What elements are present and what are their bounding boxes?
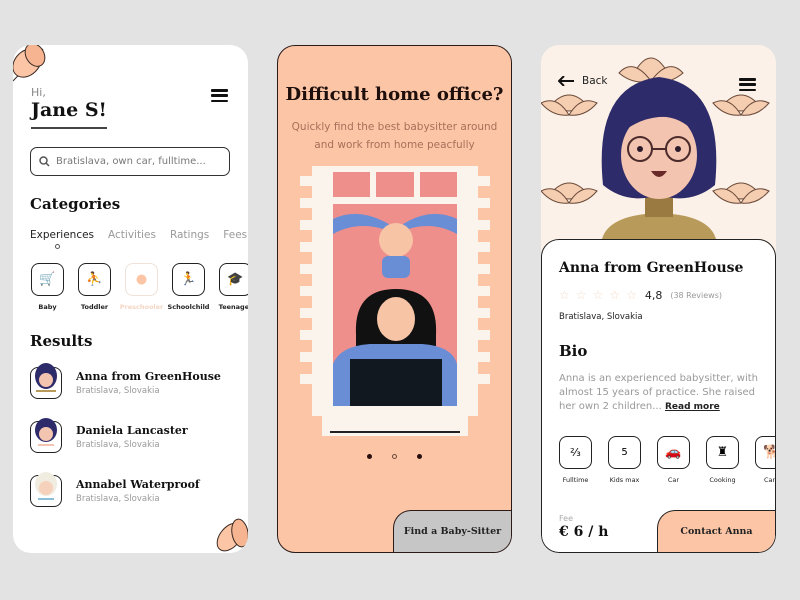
category-label: Schoolchild: [167, 303, 210, 311]
category-label: Preschooler: [119, 303, 164, 311]
avatar: [30, 418, 62, 453]
feature-cooking: ♜ Cooking: [705, 436, 740, 484]
dog-icon: 🐕: [755, 436, 775, 469]
tab-experiences[interactable]: Experiences: [30, 229, 94, 241]
category-label: Toddler: [80, 303, 109, 311]
star-icon: ☆: [609, 288, 621, 302]
result-name: Annabel Waterproof: [76, 478, 200, 491]
name-underline: [31, 127, 107, 129]
carousel-dot[interactable]: [417, 454, 422, 459]
kids-count: 5: [608, 436, 641, 469]
category-tabs: Experiences Activities Ratings Fees: [30, 229, 247, 241]
back-button[interactable]: Back: [558, 75, 608, 87]
car-icon: 🚗: [657, 436, 690, 469]
read-more-link[interactable]: Read more: [665, 402, 720, 412]
result-item[interactable]: Daniela Lancaster Bratislava, Slovakia: [30, 418, 188, 453]
review-count[interactable]: (38 Reviews): [670, 291, 722, 300]
leaf-decoration-icon: [216, 518, 248, 552]
subtitle-line: Quickly find the best babysitter around: [291, 121, 498, 133]
feature-label: Car: [667, 476, 680, 484]
child-icon: ●: [125, 263, 158, 296]
fulltime-icon: ⅔: [559, 436, 592, 469]
category-teenager[interactable]: 🎓 Teenager: [218, 263, 248, 311]
rating-value: 4,8: [644, 288, 663, 302]
carousel-dot-active[interactable]: [392, 454, 397, 459]
arrow-left-icon: [558, 76, 574, 86]
results-title: Results: [30, 332, 93, 350]
category-preschooler[interactable]: ● Preschooler: [120, 263, 163, 311]
star-icon: ☆: [559, 288, 570, 302]
result-name: Daniela Lancaster: [76, 424, 188, 437]
star-rating: ☆ ☆ ☆ ☆ ☆: [559, 288, 637, 302]
carousel-dots: [278, 454, 511, 459]
search-placeholder: Bratislava, own car, fulltime...: [56, 156, 206, 167]
menu-icon[interactable]: [739, 78, 756, 91]
running-icon: 🏃: [172, 263, 205, 296]
feature-label: Cooking: [709, 476, 736, 484]
fee-value: € 6 / h: [559, 524, 609, 540]
carousel-dot[interactable]: [367, 454, 372, 459]
profile-location: Bratislava, Slovakia: [559, 312, 643, 322]
home-screen: Hi, Jane S! Bratislava, own car, fulltim…: [13, 45, 248, 553]
feature-fulltime: ⅔ Fulltime: [558, 436, 593, 484]
bio-title: Bio: [559, 342, 588, 360]
result-name: Anna from GreenHouse: [76, 370, 221, 383]
onboarding-screen: Difficult home office? Quickly find the …: [277, 45, 512, 553]
avatar: [30, 472, 62, 507]
category-label: Teenager: [218, 303, 248, 311]
contact-button[interactable]: Contact Anna: [657, 510, 775, 552]
fee-label: Fee: [559, 514, 574, 523]
result-location: Bratislava, Slovakia: [76, 386, 160, 396]
feature-list: ⅔ Fulltime 5 Kids max 🚗 Car ♜ Cooking 🐕 Care: [558, 436, 776, 484]
categories-title: Categories: [30, 195, 121, 213]
chef-hat-icon: ♜: [706, 436, 739, 469]
back-label: Back: [582, 75, 608, 87]
avatar: [30, 363, 62, 399]
onboarding-subtitle: Quickly find the best babysitter around …: [278, 118, 511, 154]
star-icon: ☆: [592, 288, 604, 302]
crawling-icon: ⛹: [78, 263, 111, 296]
tab-ratings[interactable]: Ratings: [170, 229, 209, 241]
category-label: Baby: [38, 303, 57, 311]
feature-label: Kids max: [609, 476, 640, 484]
profile-card: Anna from GreenHouse ☆ ☆ ☆ ☆ ☆ 4,8 (38 Revie…: [541, 239, 776, 553]
feature-label: Fulltime: [562, 476, 589, 484]
feature-care: 🐕 Care: [754, 436, 776, 484]
star-icon: ☆: [626, 288, 637, 302]
category-baby[interactable]: 🛒 Baby: [30, 263, 65, 311]
bio-text: Anna is an experienced babysitter, with …: [559, 372, 764, 414]
greeting: Hi,: [31, 86, 46, 99]
result-location: Bratislava, Slovakia: [76, 494, 160, 504]
rating-row: ☆ ☆ ☆ ☆ ☆ 4,8 (38 Reviews): [559, 288, 722, 302]
profile-screen: Back Anna from GreenHouse ☆ ☆ ☆ ☆ ☆ 4,8 (38 …: [541, 45, 776, 553]
onboarding-title: Difficult home office?: [285, 84, 504, 105]
result-item[interactable]: Annabel Waterproof Bratislava, Slovakia: [30, 472, 200, 507]
feature-label: Care: [763, 476, 776, 484]
tab-activities[interactable]: Activities: [108, 229, 156, 241]
feature-kids-max: 5 Kids max: [607, 436, 642, 484]
search-input[interactable]: Bratislava, own car, fulltime...: [30, 147, 230, 176]
menu-icon[interactable]: [211, 89, 228, 102]
result-location: Bratislava, Slovakia: [76, 440, 160, 450]
active-tab-indicator: [55, 244, 60, 249]
user-name: Jane S!: [31, 99, 107, 121]
leaf-decoration-icon: [13, 45, 46, 82]
feature-car: 🚗 Car: [656, 436, 691, 484]
result-item[interactable]: Anna from GreenHouse Bratislava, Slovakia: [30, 363, 221, 399]
graduation-cap-icon: 🎓: [219, 263, 248, 296]
star-icon: ☆: [575, 288, 587, 302]
category-list: 🛒 Baby ⛹ Toddler ● Preschooler 🏃 Schoolchild…: [30, 263, 248, 311]
find-babysitter-button[interactable]: Find a Baby-Sitter: [393, 510, 511, 552]
bio-body: Anna is an experienced babysitter, with …: [559, 373, 758, 412]
category-toddler[interactable]: ⛹ Toddler: [77, 263, 112, 311]
category-schoolchild[interactable]: 🏃 Schoolchild: [168, 263, 209, 311]
window-illustration: [300, 166, 490, 436]
stroller-icon: 🛒: [31, 263, 64, 296]
search-icon: [39, 156, 50, 167]
subtitle-line: and work from home peacfully: [314, 139, 475, 151]
tab-fees[interactable]: Fees: [223, 229, 247, 241]
profile-name: Anna from GreenHouse: [559, 260, 744, 276]
